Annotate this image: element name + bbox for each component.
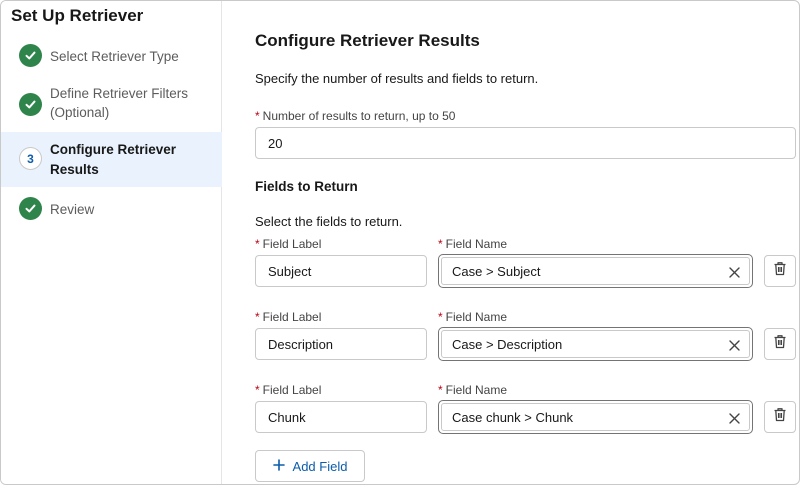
delete-field-button[interactable] <box>764 328 796 360</box>
field-label-input[interactable]: Description <box>255 328 427 360</box>
step-label: Configure Retriever <box>50 142 177 157</box>
sidebar-title: Set Up Retriever <box>11 6 144 25</box>
results-count-label: * Number of results to return, up to 50 <box>255 109 455 123</box>
field-name-header: * Field Name <box>438 237 507 251</box>
field-label-header: * Field Label <box>255 237 321 251</box>
close-icon[interactable] <box>725 336 743 354</box>
field-name-lookup[interactable]: Case > Subject <box>438 254 753 288</box>
required-mark: * <box>438 237 443 251</box>
step-review[interactable]: Review <box>1 194 222 224</box>
sidebar: Set Up Retriever Select Retriever Type D… <box>1 1 222 484</box>
field-label-input[interactable]: Chunk <box>255 401 427 433</box>
step-label: Define Retriever Filters <box>50 86 189 101</box>
field-label-header: * Field Label <box>255 310 321 324</box>
add-field-label: Add Field <box>292 458 348 474</box>
field-label-header: * Field Label <box>255 383 321 397</box>
step-label: Review <box>50 202 95 217</box>
required-mark: * <box>438 310 443 324</box>
app-frame: Set Up Retriever Select Retriever Type D… <box>0 0 800 485</box>
results-count-input[interactable]: 20 <box>255 127 796 159</box>
required-mark: * <box>255 383 260 397</box>
trash-icon <box>773 334 787 354</box>
fields-section-title: Fields to Return <box>255 179 358 194</box>
field-name-header-text: Field Name <box>445 237 508 251</box>
field-name-value: Case > Subject <box>452 263 541 279</box>
step-label-secondary: (Optional) <box>50 105 110 120</box>
close-icon[interactable] <box>725 263 743 281</box>
step-label: Select Retriever Type <box>50 49 179 64</box>
field-name-header: * Field Name <box>438 383 507 397</box>
page-title: Configure Retriever Results <box>255 31 480 50</box>
step-select-retriever-type[interactable]: Select Retriever Type <box>1 41 222 71</box>
plus-icon <box>272 458 285 474</box>
required-mark: * <box>255 237 260 251</box>
field-name-header: * Field Name <box>438 310 507 324</box>
required-mark: * <box>438 383 443 397</box>
trash-icon <box>773 407 787 427</box>
field-name-header-text: Field Name <box>445 310 508 324</box>
results-count-label-text: Number of results to return, up to 50 <box>262 109 456 123</box>
required-mark: * <box>255 109 260 123</box>
field-name-header-text: Field Name <box>445 383 508 397</box>
close-icon[interactable] <box>725 409 743 427</box>
add-field-button[interactable]: Add Field <box>255 450 365 482</box>
field-label-input[interactable]: Subject <box>255 255 427 287</box>
check-icon <box>19 44 42 67</box>
step-label-secondary: Results <box>50 162 99 177</box>
delete-field-button[interactable] <box>764 255 796 287</box>
field-label-header-text: Field Label <box>262 310 322 324</box>
check-icon <box>19 197 42 220</box>
field-label-header-text: Field Label <box>262 383 322 397</box>
field-label-header-text: Field Label <box>262 237 322 251</box>
required-mark: * <box>255 310 260 324</box>
step-define-retriever-filters[interactable]: Define Retriever Filters (Optional) <box>1 81 222 125</box>
field-name-lookup[interactable]: Case chunk > Chunk <box>438 400 753 434</box>
step-number: 3 <box>19 147 42 170</box>
field-name-value: Case > Description <box>452 336 563 352</box>
field-name-lookup[interactable]: Case > Description <box>438 327 753 361</box>
step-configure-retriever-results[interactable]: 3 Configure Retriever Results <box>1 132 222 187</box>
page-description: Specify the number of results and fields… <box>255 71 539 86</box>
field-name-value: Case chunk > Chunk <box>452 409 574 425</box>
delete-field-button[interactable] <box>764 401 796 433</box>
fields-section-description: Select the fields to return. <box>255 214 403 229</box>
check-icon <box>19 93 42 116</box>
trash-icon <box>773 261 787 281</box>
main-panel: Configure Retriever Results Specify the … <box>223 1 799 484</box>
